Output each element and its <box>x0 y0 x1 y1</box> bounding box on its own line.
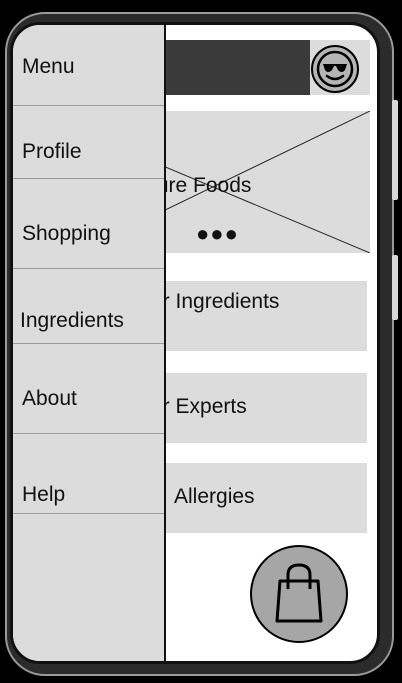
drawer-item-label: Profile <box>22 140 82 163</box>
card-allergies[interactable]: Allergies <box>163 463 367 533</box>
drawer-item-label: Ingredients <box>20 309 124 332</box>
drawer-item-label: About <box>22 387 77 410</box>
phone-side-button <box>392 255 398 320</box>
card-label: Allergies <box>174 485 255 508</box>
drawer-item-label: Help <box>22 483 66 506</box>
phone-side-button <box>392 100 398 200</box>
phone-screen: ture Foods ●●● ur Ingredients ur Experts… <box>10 22 380 664</box>
drawer-item-label: Shopping <box>22 222 111 245</box>
drawer-item-about[interactable]: About <box>13 344 164 434</box>
hero-banner[interactable]: ture Foods ●●● <box>163 111 370 253</box>
side-drawer: Menu Profile Shopping Ingredients About … <box>13 25 166 661</box>
drawer-item-shopping[interactable]: Shopping <box>13 179 164 269</box>
card-ingredients[interactable]: ur Ingredients <box>151 281 367 351</box>
card-experts[interactable]: ur Experts <box>151 373 367 443</box>
sunglasses-smiley-icon <box>316 50 354 88</box>
drawer-item-help[interactable]: Help <box>13 434 164 514</box>
drawer-item-menu[interactable]: Menu <box>13 25 164 106</box>
avatar[interactable] <box>311 45 359 93</box>
hero-title: ture Foods <box>163 174 252 197</box>
drawer-item-ingredients[interactable]: Ingredients <box>13 269 164 344</box>
card-label: ur Ingredients <box>151 290 280 313</box>
carousel-dots[interactable]: ●●● <box>196 221 239 247</box>
drawer-item-profile[interactable]: Profile <box>13 106 164 179</box>
shopping-bag-icon <box>275 563 323 623</box>
drawer-item-label: Menu <box>22 55 75 78</box>
cart-button[interactable] <box>250 545 348 643</box>
header-title-block <box>163 40 310 95</box>
